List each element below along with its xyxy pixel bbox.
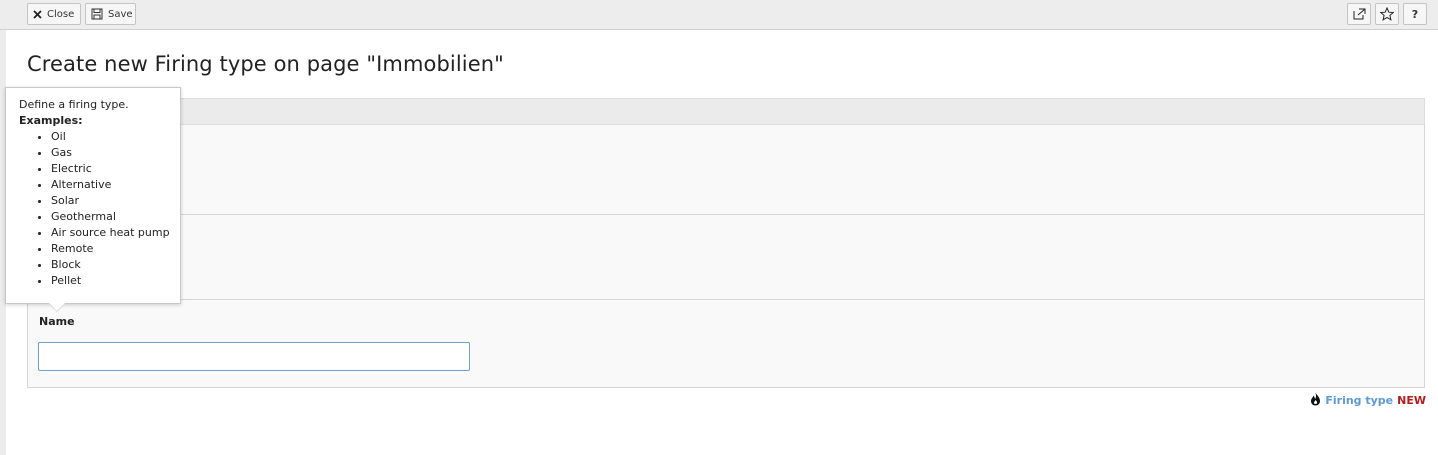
page-title: Create new Firing type on page "Immobili…: [27, 52, 504, 76]
open-external-icon: [1353, 8, 1366, 20]
form-divider: [28, 299, 1424, 300]
list-item: Geothermal: [51, 209, 180, 225]
name-field-label: Name: [39, 315, 75, 328]
save-icon: [91, 8, 103, 20]
close-label: Close: [47, 8, 75, 20]
flame-icon: [1310, 392, 1321, 409]
list-item: Oil: [51, 129, 180, 145]
list-item: Air source heat pump: [51, 225, 180, 241]
list-item: Remote: [51, 241, 180, 257]
record-type-tag: Firing type NEW: [1310, 392, 1426, 409]
save-button[interactable]: Save: [85, 3, 136, 25]
favorite-button[interactable]: [1375, 3, 1399, 25]
help-icon: ?: [1411, 7, 1419, 21]
open-external-button[interactable]: [1347, 3, 1371, 25]
list-item: Alternative: [51, 177, 180, 193]
tooltip-examples-label: Examples:: [19, 114, 83, 127]
list-item: Pellet: [51, 273, 180, 289]
star-icon: [1380, 7, 1394, 21]
help-button[interactable]: ?: [1403, 3, 1427, 25]
form-header-bar: [27, 98, 1425, 125]
close-button[interactable]: Close: [27, 3, 81, 25]
tooltip-arrow: [49, 303, 65, 311]
name-input[interactable]: [38, 342, 470, 371]
status-badge: NEW: [1397, 394, 1426, 407]
firing-type-help-tooltip: Define a firing type. Examples: Oil Gas …: [5, 87, 181, 311]
list-item: Electric: [51, 161, 180, 177]
save-label: Save: [108, 8, 133, 20]
list-item: Solar: [51, 193, 180, 209]
record-type-label: Firing type: [1325, 394, 1394, 407]
top-toolbar: Close Save ?: [0, 0, 1438, 30]
tooltip-description: Define a firing type.: [19, 98, 129, 111]
form-divider: [28, 214, 1424, 215]
form-panel: Name: [27, 125, 1425, 388]
list-item: Gas: [51, 145, 180, 161]
examples-list: Oil Gas Electric Alternative Solar Geoth…: [19, 129, 180, 289]
close-icon: [33, 9, 42, 19]
list-item: Block: [51, 257, 180, 273]
